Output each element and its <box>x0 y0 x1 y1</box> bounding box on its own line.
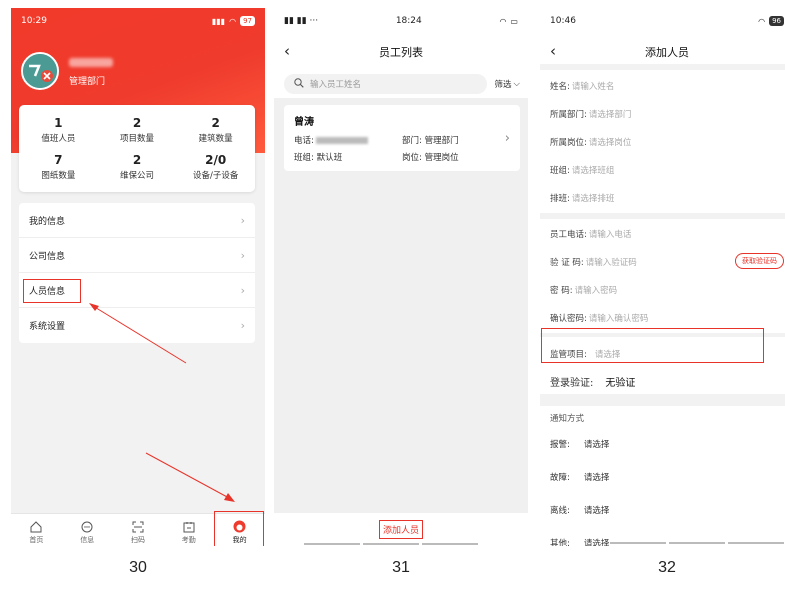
stat-item[interactable]: 1 值班人员 <box>19 111 98 149</box>
chevron-right-icon: › <box>240 319 245 332</box>
employee-card[interactable]: 曾涛 电话: 部门: 管理部门 班组: 默认班 岗位: 管理岗位 › <box>284 105 520 171</box>
chat-icon <box>81 520 94 533</box>
avatar[interactable] <box>21 52 59 90</box>
screen-employee-list: ▮▮ ▮▮ ··· 18:24 ◠ ▭ ‹ 员工列表 输入员工姓名 筛选 ⌵ 曾涛… <box>274 8 528 546</box>
tab-mine[interactable]: 我的 <box>214 511 265 546</box>
password-field[interactable]: 密 码: 请输入密码 <box>540 276 785 304</box>
notify-offline-select[interactable]: 离线: 请选择 <box>540 496 785 524</box>
screen-add-staff: 10:46 ◠ 96 ‹ 添加人员 姓名: 请输入姓名 所属部门: 请选择部门 所属岗… <box>540 8 785 546</box>
tab-attendance[interactable]: 考勤 <box>163 514 214 546</box>
phone-field[interactable]: 员工电话: 请输入电话 <box>540 220 785 248</box>
chevron-right-icon: › <box>240 213 245 227</box>
menu-item-my-info[interactable]: 我的信息 › <box>19 203 255 238</box>
employee-name: 曾涛 <box>294 117 314 128</box>
highlight-box <box>541 328 764 363</box>
status-time: 18:24 <box>395 16 422 26</box>
phone-blurred <box>315 137 368 144</box>
get-code-button[interactable]: 获取验证码 <box>735 253 784 269</box>
back-arrow-icon[interactable]: ‹ <box>550 42 556 60</box>
home-indicator <box>610 542 784 544</box>
screen-profile: 10:29 ▮▮▮ ◠ 97 管理部门 1 值班人员 2 项目数量 2 建筑数量 7图… <box>11 8 265 546</box>
figure-caption: 32 <box>658 559 676 576</box>
status-time: 10:29 <box>21 16 47 26</box>
page-title: 员工列表 <box>379 46 423 59</box>
stat-item[interactable]: 2 建筑数量 <box>176 111 255 149</box>
stat-item[interactable]: 2/0 设备/子设备 <box>176 149 255 187</box>
wifi-icon: ◠ <box>499 16 507 26</box>
battery-icon: 97 <box>240 16 255 26</box>
figure-caption: 30 <box>129 559 147 576</box>
chevron-right-icon: › <box>504 131 510 146</box>
figure-caption: 31 <box>392 559 410 576</box>
battery-icon: 96 <box>769 16 784 26</box>
shift-select[interactable]: 排班: 请选择排班 <box>540 184 785 212</box>
search-placeholder: 输入员工姓名 <box>310 80 362 90</box>
menu-item-system-settings[interactable]: 系统设置 › <box>19 308 255 343</box>
tab-messages[interactable]: 信息 <box>62 514 113 546</box>
status-bar: 10:29 ▮▮▮ ◠ 97 <box>11 8 265 34</box>
chevron-right-icon: › <box>240 283 245 297</box>
chevron-down-icon: ⌵ <box>513 79 520 89</box>
signal-icon: ▮▮▮ <box>211 16 226 26</box>
department-select[interactable]: 所属部门: 请选择部门 <box>540 100 785 128</box>
notify-fault-select[interactable]: 故障: 请选择 <box>540 463 785 491</box>
home-indicator <box>304 543 478 545</box>
stats-panel: 1 值班人员 2 项目数量 2 建筑数量 7 图纸数量 2 维保公司 2/0 设备/子设备 <box>19 105 255 192</box>
scan-icon <box>131 520 144 533</box>
search-icon <box>294 77 304 91</box>
user-department: 管理部门 <box>69 77 106 87</box>
status-time: 10:46 <box>550 16 576 26</box>
stat-item[interactable]: 2 项目数量 <box>98 111 177 149</box>
highlight-box <box>23 279 81 303</box>
tab-bar: 首页 信息 扫码 考勤 我的 <box>11 511 265 546</box>
status-bar: 10:46 ◠ 96 <box>540 8 785 34</box>
name-field[interactable]: 姓名: 请输入姓名 <box>540 72 785 100</box>
search-input[interactable]: 输入员工姓名 <box>284 74 487 94</box>
back-arrow-icon[interactable]: ‹ <box>284 42 290 60</box>
wifi-icon: ◠ <box>758 16 766 26</box>
chevron-right-icon: › <box>240 248 245 262</box>
status-bar: ▮▮ ▮▮ ··· 18:24 ◠ ▭ <box>274 8 528 34</box>
menu-item-company-info[interactable]: 公司信息 › <box>19 238 255 273</box>
stat-item[interactable]: 7 图纸数量 <box>19 149 98 187</box>
login-verify-row[interactable]: 登录验证: 无验证 <box>540 368 785 394</box>
team-select[interactable]: 班组: 请选择班组 <box>540 156 785 184</box>
menu-item-staff-info[interactable]: 人员信息 › <box>19 273 255 308</box>
filter-button[interactable]: 筛选 ⌵ <box>495 78 520 90</box>
signal-icon: ▮▮ ▮▮ ··· <box>284 16 319 26</box>
calendar-icon <box>182 520 195 533</box>
annotation-arrow <box>145 452 235 502</box>
add-staff-button[interactable]: 添加人员 <box>379 520 424 539</box>
tab-scan[interactable]: 扫码 <box>113 514 164 546</box>
wifi-icon: ◠ <box>229 16 237 26</box>
username-blurred <box>69 58 113 67</box>
notify-alarm-select[interactable]: 报警: 请选择 <box>540 430 785 458</box>
verify-code-field[interactable]: 验 证 码: 请输入验证码 获取验证码 <box>540 248 785 276</box>
profile-menu: 我的信息 › 公司信息 › 人员信息 › 系统设置 › <box>19 203 255 343</box>
highlight-box <box>214 511 265 546</box>
nav-bar: ‹ 员工列表 <box>274 34 528 70</box>
avatar-icon <box>23 54 57 88</box>
home-icon <box>30 520 43 533</box>
page-title: 添加人员 <box>645 46 689 59</box>
notify-section-title: 通知方式 <box>540 406 785 430</box>
tab-home[interactable]: 首页 <box>11 514 62 546</box>
battery-icon: ▭ <box>510 16 518 26</box>
post-select[interactable]: 所属岗位: 请选择岗位 <box>540 128 785 156</box>
stat-item[interactable]: 2 维保公司 <box>98 149 177 187</box>
